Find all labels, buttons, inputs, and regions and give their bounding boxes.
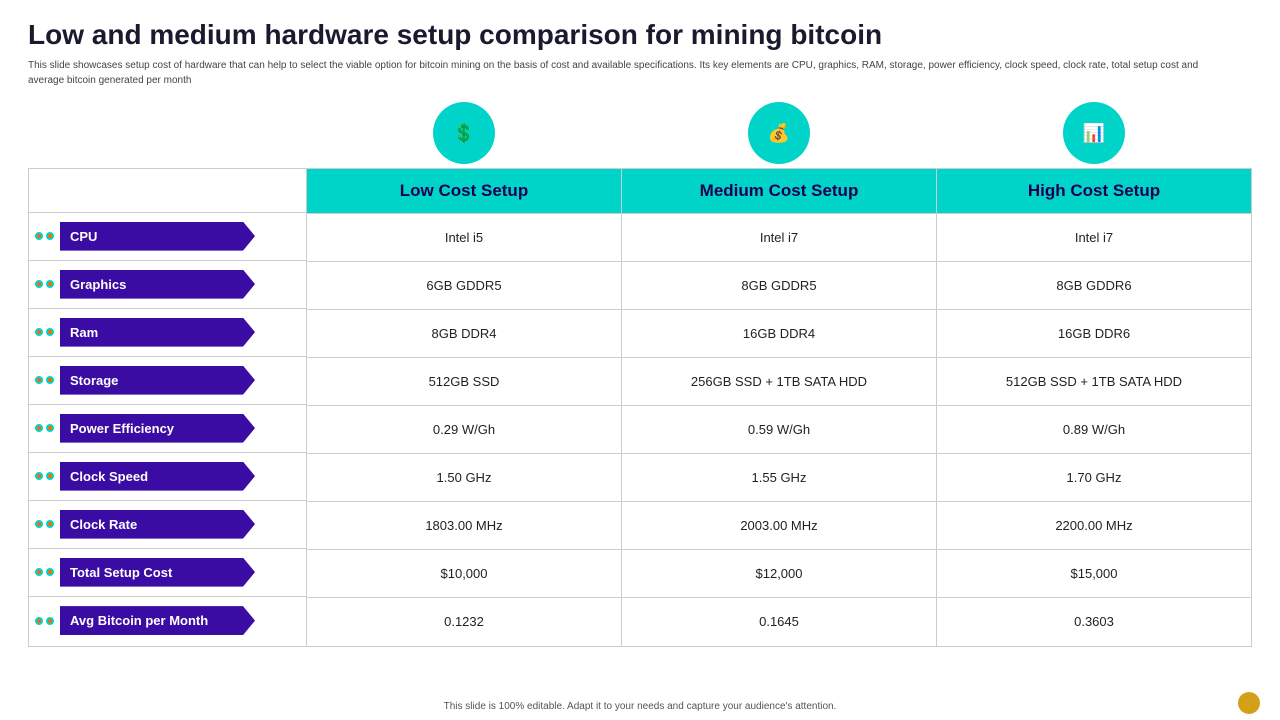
cell-r4-c2: 0.89 W/Gh: [937, 406, 1251, 453]
cell-r6-c1: 2003.00 MHz: [622, 502, 937, 549]
svg-text:📊: 📊: [1083, 122, 1105, 143]
cell-r8-c0: 0.1232: [307, 598, 622, 646]
label-badge-6: Clock Rate: [60, 510, 255, 539]
label-badge-8: Avg Bitcoin per Month: [60, 606, 255, 635]
cell-r3-c1: 256GB SSD + 1TB SATA HDD: [622, 358, 937, 405]
data-row-5: 1.50 GHz1.55 GHz1.70 GHz: [307, 454, 1251, 502]
gold-circle-decoration: [1238, 692, 1260, 714]
icon-high: 📊: [1063, 102, 1125, 164]
label-row-8: Avg Bitcoin per Month: [29, 597, 306, 645]
label-badge-4: Power Efficiency: [60, 414, 255, 443]
cell-r1-c0: 6GB GDDR5: [307, 262, 622, 309]
icon-col-low: 💲: [306, 102, 621, 168]
data-row-3: 512GB SSD256GB SSD + 1TB SATA HDD512GB S…: [307, 358, 1251, 406]
cell-r6-c0: 1803.00 MHz: [307, 502, 622, 549]
cell-r1-c1: 8GB GDDR5: [622, 262, 937, 309]
cell-r2-c1: 16GB DDR4: [622, 310, 937, 357]
col-header-low: Low Cost Setup: [307, 169, 622, 213]
svg-text:💰: 💰: [768, 122, 790, 144]
label-row-3: Storage: [29, 357, 306, 405]
label-header: [29, 169, 306, 213]
footer-text: This slide is 100% editable. Adapt it to…: [0, 701, 1280, 712]
cell-r1-c2: 8GB GDDR6: [937, 262, 1251, 309]
data-row-4: 0.29 W/Gh0.59 W/Gh0.89 W/Gh: [307, 406, 1251, 454]
icon-medium: 💰: [748, 102, 810, 164]
label-row-4: Power Efficiency: [29, 405, 306, 453]
icon-low: 💲: [433, 102, 495, 164]
label-row-2: Ram: [29, 309, 306, 357]
data-row-8: 0.12320.16450.3603: [307, 598, 1251, 646]
cell-r7-c1: $12,000: [622, 550, 937, 597]
cell-r2-c0: 8GB DDR4: [307, 310, 622, 357]
label-badge-5: Clock Speed: [60, 462, 255, 491]
cell-r4-c0: 0.29 W/Gh: [307, 406, 622, 453]
comparison-table: CPU Graphics Ram Storage Power Efficiency Clo…: [28, 168, 1252, 647]
subtitle: This slide showcases setup cost of hardw…: [28, 58, 1228, 88]
data-row-7: $10,000$12,000$15,000: [307, 550, 1251, 598]
cell-r7-c2: $15,000: [937, 550, 1251, 597]
icon-col-high: 📊: [937, 102, 1252, 168]
cell-r2-c2: 16GB DDR6: [937, 310, 1251, 357]
icon-col-medium: 💰: [621, 102, 936, 168]
cell-r3-c0: 512GB SSD: [307, 358, 622, 405]
cell-r3-c2: 512GB SSD + 1TB SATA HDD: [937, 358, 1251, 405]
cell-r6-c2: 2200.00 MHz: [937, 502, 1251, 549]
label-row-1: Graphics: [29, 261, 306, 309]
label-row-7: Total Setup Cost: [29, 549, 306, 597]
cell-r8-c2: 0.3603: [937, 598, 1251, 646]
label-badge-3: Storage: [60, 366, 255, 395]
label-badge-2: Ram: [60, 318, 255, 347]
data-row-2: 8GB DDR416GB DDR416GB DDR6: [307, 310, 1251, 358]
page: Low and medium hardware setup comparison…: [0, 0, 1280, 720]
cell-r4-c1: 0.59 W/Gh: [622, 406, 937, 453]
data-row-0: Intel i5Intel i7Intel i7: [307, 214, 1251, 262]
label-row-6: Clock Rate: [29, 501, 306, 549]
icons-row: 💲 💰 📊: [306, 102, 1252, 168]
cell-r7-c0: $10,000: [307, 550, 622, 597]
cell-r0-c0: Intel i5: [307, 214, 622, 261]
data-row-1: 6GB GDDR58GB GDDR58GB GDDR6: [307, 262, 1251, 310]
cell-r0-c2: Intel i7: [937, 214, 1251, 261]
label-badge-0: CPU: [60, 222, 255, 251]
label-badge-7: Total Setup Cost: [60, 558, 255, 587]
label-badge-1: Graphics: [60, 270, 255, 299]
label-row-5: Clock Speed: [29, 453, 306, 501]
page-title: Low and medium hardware setup comparison…: [28, 18, 1252, 52]
data-row-6: 1803.00 MHz2003.00 MHz2200.00 MHz: [307, 502, 1251, 550]
cell-r5-c2: 1.70 GHz: [937, 454, 1251, 501]
label-row-0: CPU: [29, 213, 306, 261]
cell-r8-c1: 0.1645: [622, 598, 937, 646]
cell-r5-c1: 1.55 GHz: [622, 454, 937, 501]
cell-r0-c1: Intel i7: [622, 214, 937, 261]
col-header-high: High Cost Setup: [937, 169, 1251, 213]
svg-text:💲: 💲: [452, 122, 474, 143]
col-header-medium: Medium Cost Setup: [622, 169, 937, 213]
cell-r5-c0: 1.50 GHz: [307, 454, 622, 501]
